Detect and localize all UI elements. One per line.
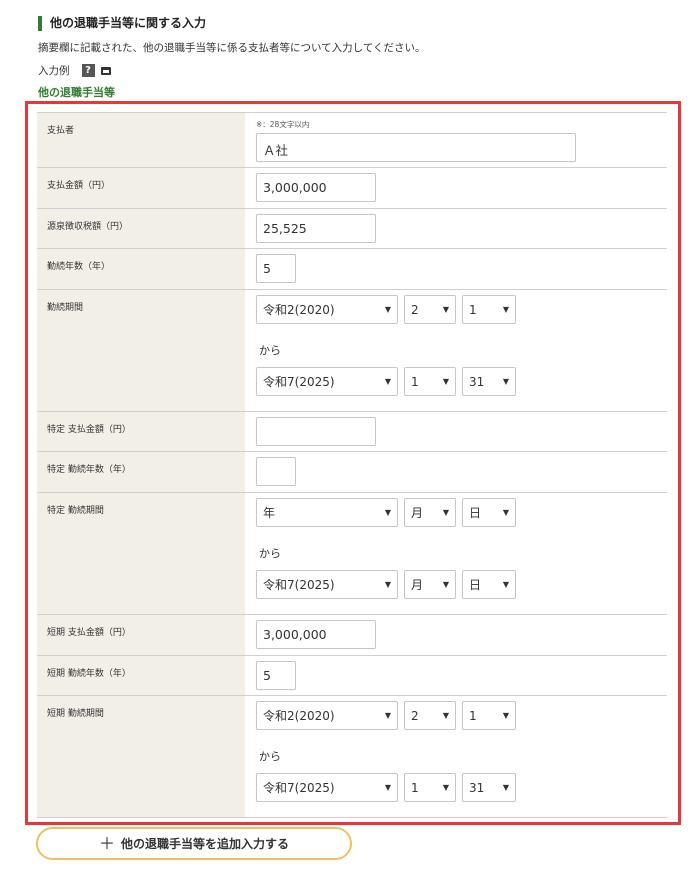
plus-icon: ＋ xyxy=(98,833,115,853)
new-window-icon[interactable] xyxy=(100,66,111,75)
specific-period-to-day-select[interactable]: 日 ▼ xyxy=(462,570,516,599)
chevron-down-icon: ▼ xyxy=(502,711,509,720)
row-short-amount: 短期 支払金額（円） 3,000,000 xyxy=(37,615,667,656)
subsection-title: 他の退職手当等 xyxy=(38,86,115,99)
row-payer: 支払者 ※：28文字以内 Ａ社 xyxy=(37,113,667,168)
short-period-from-month-select[interactable]: 2 ▼ xyxy=(404,701,456,730)
payment-amount-input[interactable]: 3,000,000 xyxy=(256,173,376,202)
service-years-label: 勤続年数（年） xyxy=(37,249,245,289)
help-icon[interactable]: ? xyxy=(81,64,95,77)
specific-period-from-day-select[interactable]: 日 ▼ xyxy=(462,498,516,527)
chevron-down-icon: ▼ xyxy=(442,377,449,386)
payer-label: 支払者 xyxy=(37,113,245,167)
service-period-label: 勤続期間 xyxy=(37,290,245,411)
row-service-years: 勤続年数（年） 5 xyxy=(37,249,667,290)
short-years-label: 短期 勤続年数（年） xyxy=(37,656,245,695)
withholding-tax-label: 源泉徴収税額（円） xyxy=(37,209,245,248)
short-amount-label: 短期 支払金額（円） xyxy=(37,615,245,655)
chevron-down-icon: ▼ xyxy=(442,783,449,792)
service-period-to-month-select[interactable]: 1 ▼ xyxy=(404,367,456,396)
short-period-label: 短期 勤続期間 xyxy=(37,696,245,817)
short-years-input[interactable]: 5 xyxy=(256,661,296,690)
short-period-to-day-select[interactable]: 31 ▼ xyxy=(462,773,516,802)
specific-period-label: 特定 勤続期間 xyxy=(37,493,245,614)
service-period-from-era-select[interactable]: 令和2(2020) ▼ xyxy=(256,295,398,324)
add-button-label: 他の退職手当等を追加入力する xyxy=(121,837,290,851)
chevron-down-icon: ▼ xyxy=(502,508,509,517)
service-period-from-day-select[interactable]: 1 ▼ xyxy=(462,295,516,324)
other-retirement-form: 支払者 ※：28文字以内 Ａ社 支払金額（円） 3,000,000 源泉徴収税額… xyxy=(37,112,667,818)
specific-years-label: 特定 勤続年数（年） xyxy=(37,452,245,492)
chevron-down-icon: ▼ xyxy=(384,377,391,386)
specific-period-kara: から xyxy=(259,547,281,560)
short-period-from-era-select[interactable]: 令和2(2020) ▼ xyxy=(256,701,398,730)
specific-period-from-month-select[interactable]: 月 ▼ xyxy=(404,498,456,527)
specific-years-input[interactable] xyxy=(256,457,296,486)
chevron-down-icon: ▼ xyxy=(502,783,509,792)
specific-amount-label: 特定 支払金額（円） xyxy=(37,412,245,451)
input-example-label: 入力例 xyxy=(38,65,70,77)
input-example-row: 入力例 ? xyxy=(38,63,111,78)
chevron-down-icon: ▼ xyxy=(502,377,509,386)
chevron-down-icon: ▼ xyxy=(442,711,449,720)
row-withholding-tax: 源泉徴収税額（円） 25,525 xyxy=(37,209,667,249)
short-amount-input[interactable]: 3,000,000 xyxy=(256,620,376,649)
payment-amount-label: 支払金額（円） xyxy=(37,168,245,208)
row-specific-period: 特定 勤続期間 年 ▼ 月 ▼ 日 ▼ から 令和7(2025) ▼ 月 ▼ 日 ▼ xyxy=(37,493,667,615)
short-period-to-era-select[interactable]: 令和7(2025) ▼ xyxy=(256,773,398,802)
row-payment-amount: 支払金額（円） 3,000,000 xyxy=(37,168,667,209)
row-short-period: 短期 勤続期間 令和2(2020) ▼ 2 ▼ 1 ▼ から 令和7(2025) ▼ 1… xyxy=(37,696,667,818)
payer-note: ※：28文字以内 xyxy=(256,120,310,129)
chevron-down-icon: ▼ xyxy=(384,305,391,314)
service-period-to-era-select[interactable]: 令和7(2025) ▼ xyxy=(256,367,398,396)
service-period-kara: から xyxy=(259,344,281,357)
service-period-to-day-select[interactable]: 31 ▼ xyxy=(462,367,516,396)
chevron-down-icon: ▼ xyxy=(442,508,449,517)
chevron-down-icon: ▼ xyxy=(384,711,391,720)
chevron-down-icon: ▼ xyxy=(384,783,391,792)
withholding-tax-input[interactable]: 25,525 xyxy=(256,214,376,243)
chevron-down-icon: ▼ xyxy=(502,580,509,589)
row-specific-amount: 特定 支払金額（円） xyxy=(37,412,667,452)
chevron-down-icon: ▼ xyxy=(502,305,509,314)
chevron-down-icon: ▼ xyxy=(384,508,391,517)
specific-period-to-era-select[interactable]: 令和7(2025) ▼ xyxy=(256,570,398,599)
add-other-retirement-button[interactable]: ＋ 他の退職手当等を追加入力する xyxy=(36,827,352,860)
service-years-input[interactable]: 5 xyxy=(256,254,296,283)
section-description: 摘要欄に記載された、他の退職手当等に係る支払者等について入力してください。 xyxy=(38,42,426,54)
specific-period-from-era-select[interactable]: 年 ▼ xyxy=(256,498,398,527)
short-period-to-month-select[interactable]: 1 ▼ xyxy=(404,773,456,802)
specific-amount-input[interactable] xyxy=(256,417,376,446)
short-period-kara: から xyxy=(259,750,281,763)
chevron-down-icon: ▼ xyxy=(442,580,449,589)
row-service-period: 勤続期間 令和2(2020) ▼ 2 ▼ 1 ▼ から 令和7(2025) ▼ 1 ▼ 3… xyxy=(37,290,667,412)
payer-input[interactable]: Ａ社 xyxy=(256,133,576,162)
chevron-down-icon: ▼ xyxy=(442,305,449,314)
short-period-from-day-select[interactable]: 1 ▼ xyxy=(462,701,516,730)
row-short-years: 短期 勤続年数（年） 5 xyxy=(37,656,667,696)
section-title: 他の退職手当等に関する入力 xyxy=(38,16,206,31)
chevron-down-icon: ▼ xyxy=(384,580,391,589)
service-period-from-month-select[interactable]: 2 ▼ xyxy=(404,295,456,324)
specific-period-to-month-select[interactable]: 月 ▼ xyxy=(404,570,456,599)
row-specific-years: 特定 勤続年数（年） xyxy=(37,452,667,493)
